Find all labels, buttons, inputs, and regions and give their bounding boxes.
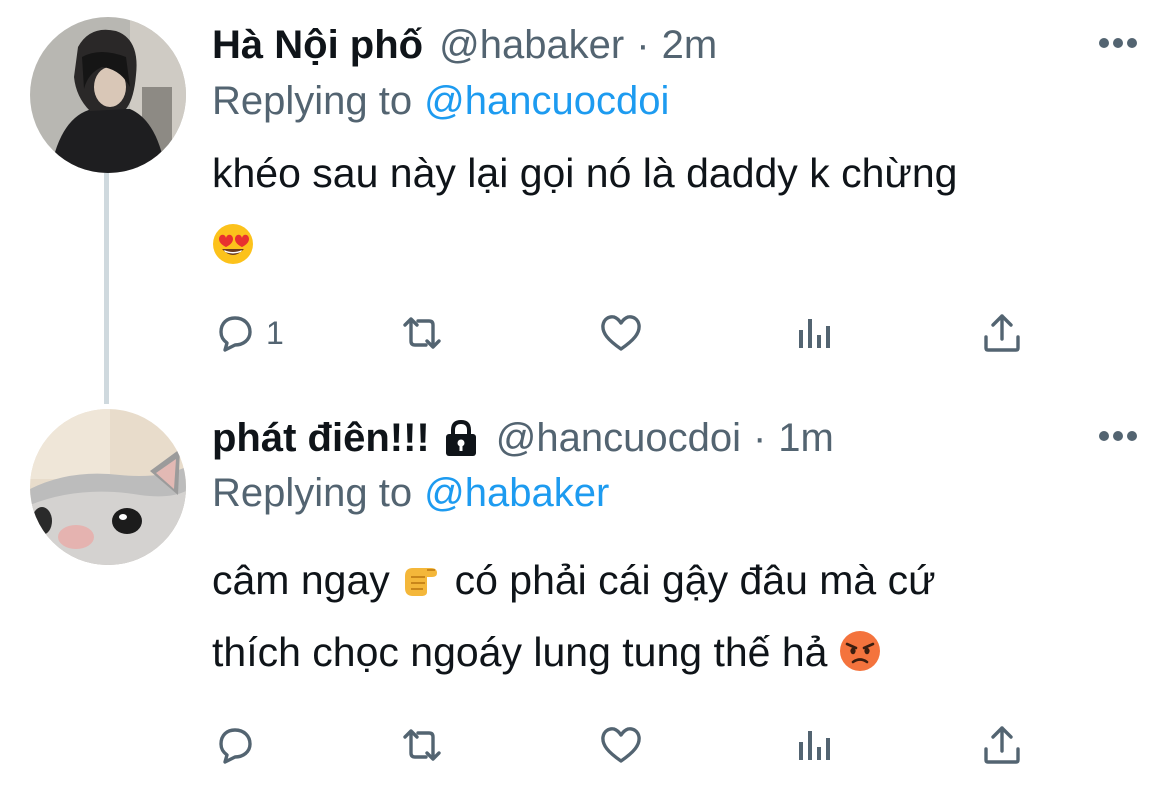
tweet-text-content: khéo sau này lại gọi nó là daddy k chừng: [212, 150, 958, 196]
timestamp[interactable]: 1m: [778, 413, 834, 463]
more-icon[interactable]: [1098, 37, 1138, 49]
tweet[interactable]: phát điên!!! @hancuocdoi · 1m Replying t…: [0, 400, 1170, 792]
reply-button[interactable]: 1: [212, 308, 284, 358]
reply-button[interactable]: [212, 720, 258, 770]
tweet-text-line2: thích chọc ngoáy lung tung thế hả: [212, 629, 828, 675]
user-handle[interactable]: @habaker: [439, 20, 624, 70]
like-icon: [601, 727, 641, 763]
replying-to: Replying to @hancuocdoi: [212, 76, 669, 126]
share-icon: [984, 314, 1020, 352]
share-button[interactable]: [979, 308, 1025, 358]
tweet[interactable]: Hà Nội phố @habaker · 2m Replying to @han…: [0, 0, 1170, 400]
display-name[interactable]: Hà Nội phố: [212, 20, 423, 70]
views-button[interactable]: [790, 720, 836, 770]
like-button[interactable]: [598, 720, 644, 770]
display-name[interactable]: phát điên!!!: [212, 413, 430, 463]
replying-mention[interactable]: @habaker: [424, 471, 609, 515]
replying-to: Replying to @habaker: [212, 468, 609, 518]
like-icon: [601, 315, 641, 351]
tweet-actions: 1: [212, 308, 1032, 358]
heart-eyes-emoji-icon: [213, 224, 253, 265]
pointing-fist-emoji-icon: [405, 568, 438, 597]
separator: ·: [752, 416, 767, 460]
views-button[interactable]: [790, 308, 836, 358]
reply-icon: [219, 728, 252, 764]
share-button[interactable]: [979, 720, 1025, 770]
retweet-button[interactable]: [399, 720, 445, 770]
avatar[interactable]: [30, 409, 186, 565]
like-button[interactable]: [598, 308, 644, 358]
reply-count: 1: [266, 314, 284, 351]
more-icon[interactable]: [1098, 430, 1138, 442]
tweet-header: phát điên!!! @hancuocdoi · 1m: [212, 413, 834, 463]
pouting-face-emoji-icon: [839, 631, 880, 672]
lock-icon: [445, 419, 476, 456]
replying-label: Replying to: [212, 79, 413, 123]
share-icon: [984, 726, 1020, 764]
retweet-icon: [403, 317, 441, 349]
tweet-text: khéo sau này lại gọi nó là daddy k chừng: [212, 137, 1112, 281]
tweet-text: câm ngay có phải cái gậy đâu mà cứ thích…: [212, 544, 1112, 688]
tweet-text-part1: câm ngay: [212, 557, 390, 603]
views-icon: [799, 319, 830, 348]
separator: ·: [636, 23, 650, 67]
tweet-actions: [212, 720, 1032, 770]
user-handle[interactable]: @hancuocdoi: [496, 413, 741, 463]
replying-mention[interactable]: @hancuocdoi: [424, 79, 669, 123]
views-icon: [799, 731, 830, 760]
retweet-button[interactable]: [399, 308, 445, 358]
tweet-header: Hà Nội phố @habaker · 2m: [212, 20, 717, 70]
timestamp[interactable]: 2m: [662, 20, 718, 70]
retweet-icon: [403, 729, 441, 761]
reply-icon: [219, 316, 252, 352]
replying-label: Replying to: [212, 471, 413, 515]
tweet-text-part2: có phải cái gậy đâu mà cứ: [454, 557, 936, 603]
avatar[interactable]: [30, 17, 186, 173]
